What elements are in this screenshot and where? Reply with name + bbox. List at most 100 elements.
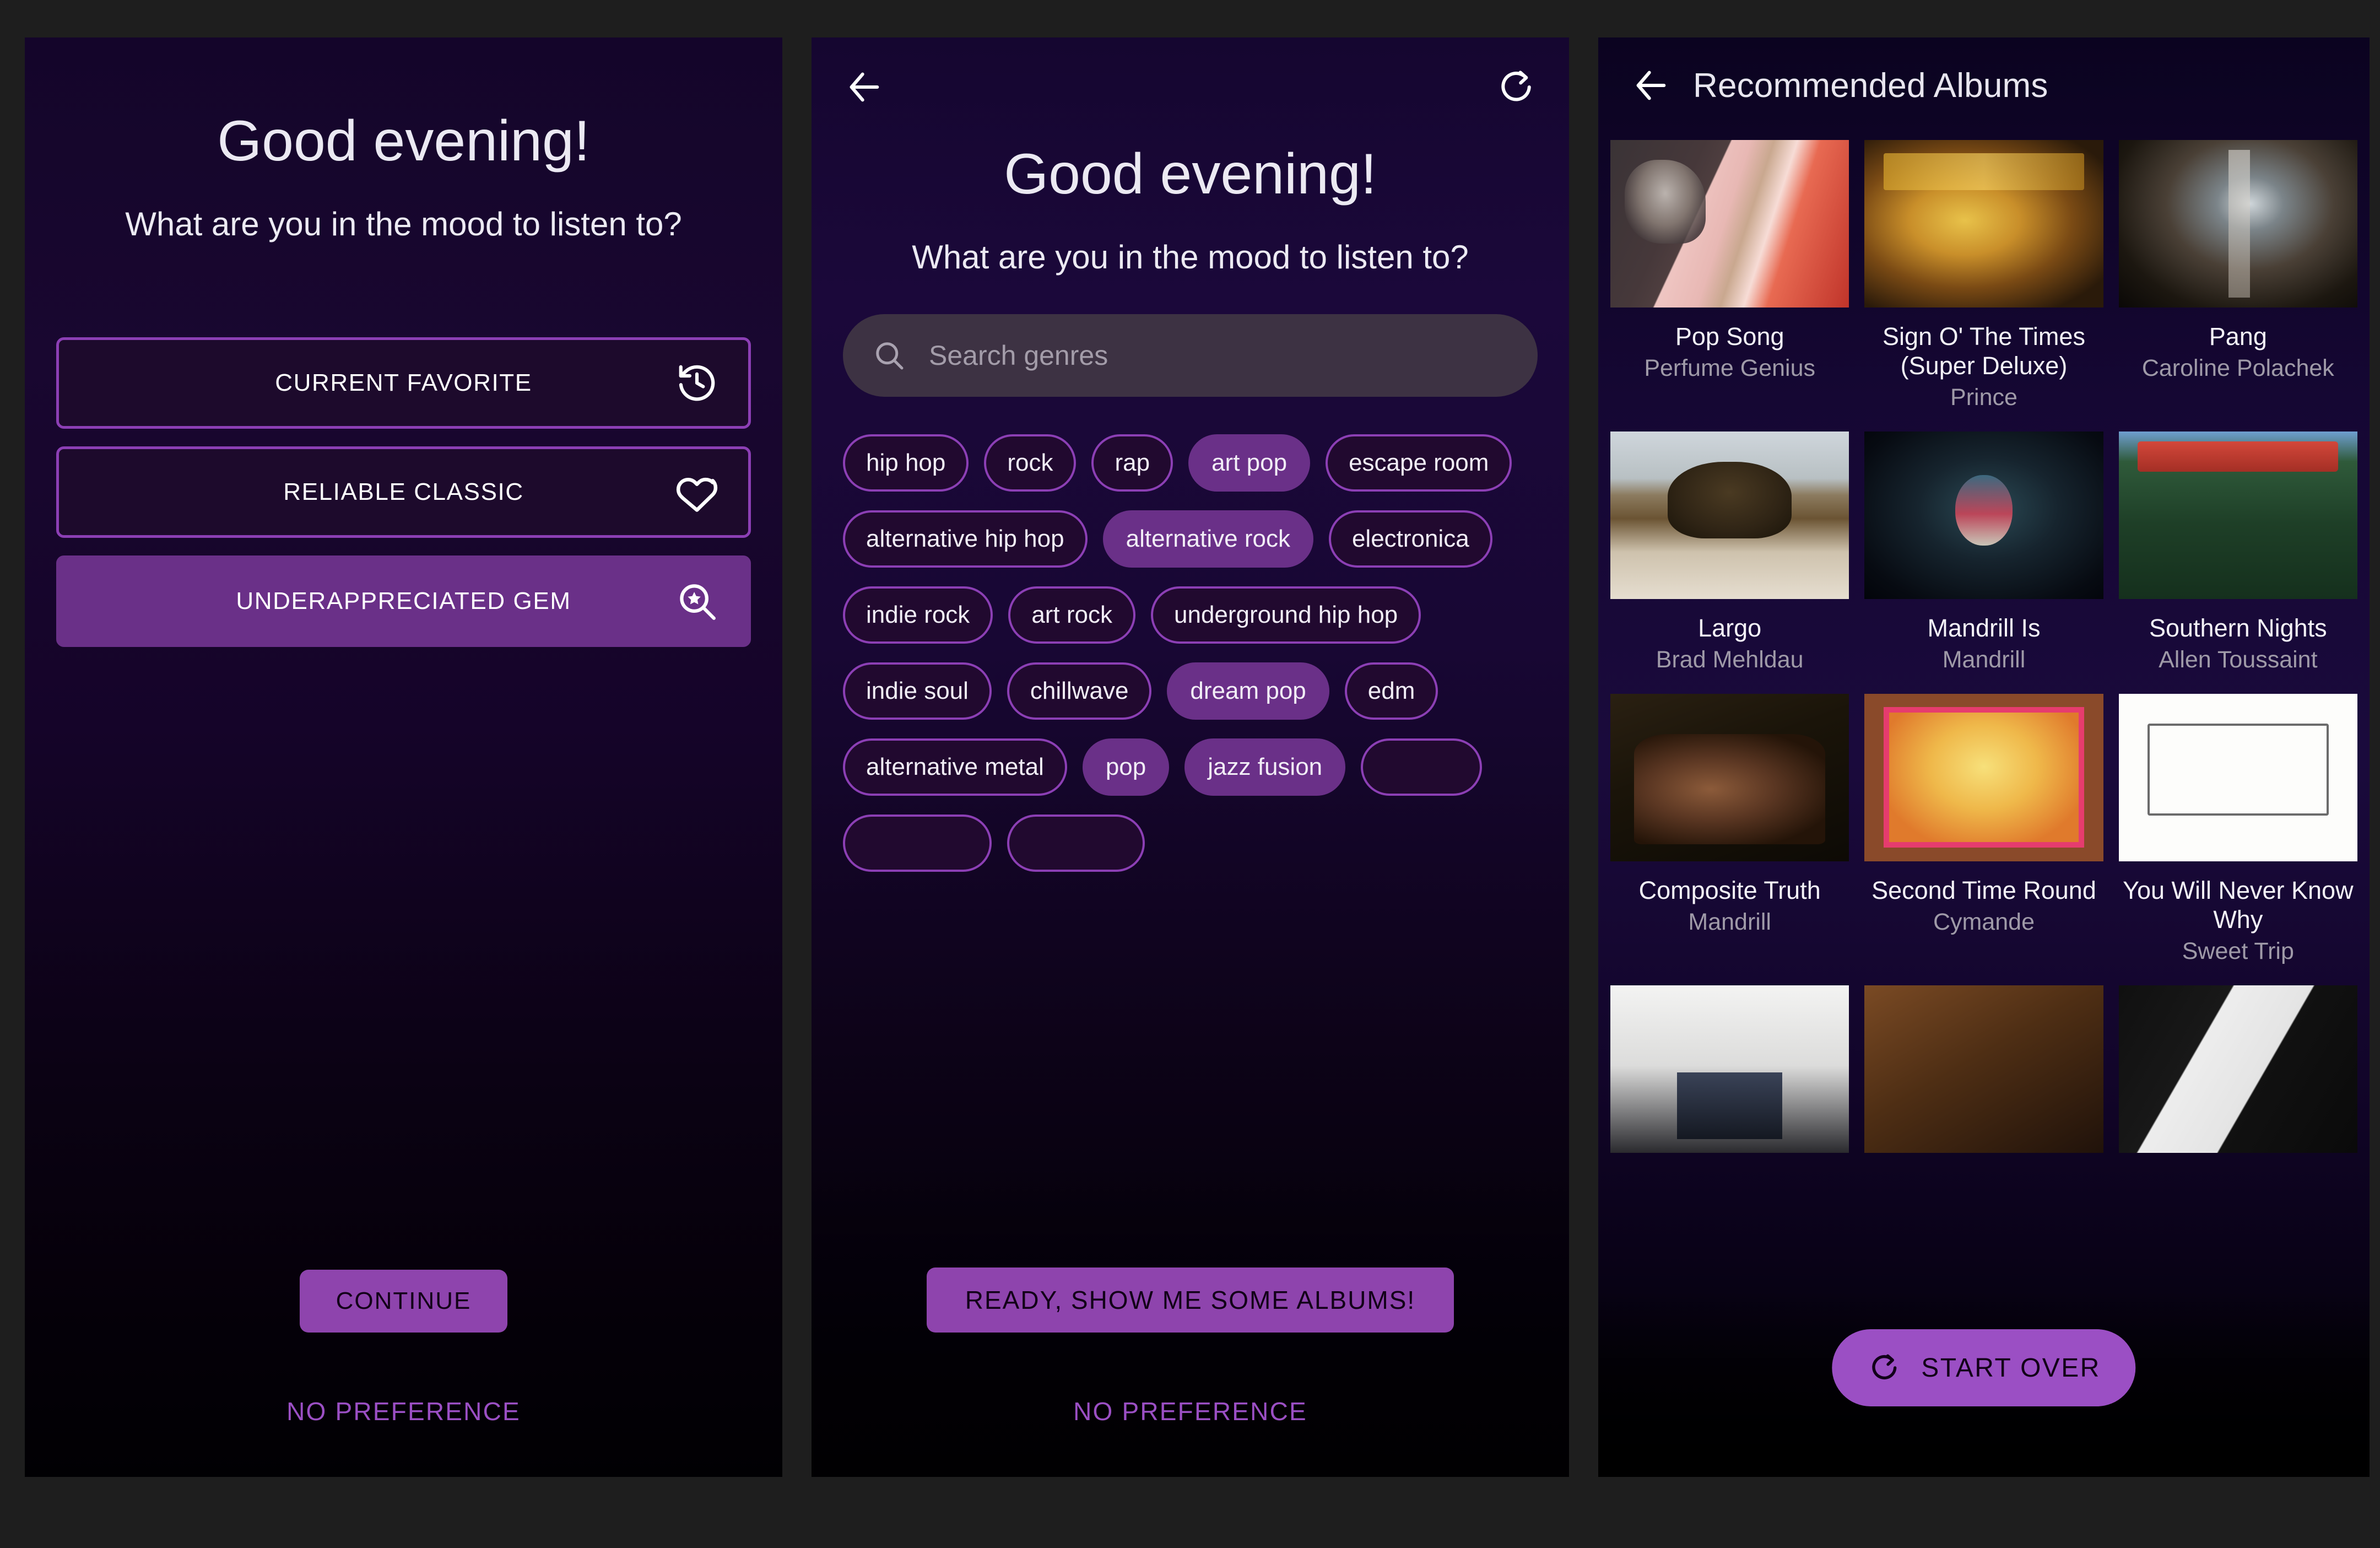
album-art-clipped-1 — [1610, 985, 1849, 1153]
album-title: Pang — [2209, 322, 2267, 350]
album-art-composite-truth — [1610, 693, 1849, 861]
album-card-second-time-round[interactable]: Second Time Round Cymande — [1864, 693, 2103, 966]
album-cover — [2118, 985, 2357, 1153]
mood-option-reliable-classic[interactable]: RELIABLE CLASSIC — [56, 446, 751, 538]
genre-chip-chillwave[interactable]: chillwave — [1007, 662, 1152, 720]
album-card-mandrill-is[interactable]: Mandrill Is Mandrill — [1864, 431, 2103, 674]
album-art-largo — [1610, 431, 1849, 599]
no-preference-link[interactable]: NO PREFERENCE — [25, 1396, 782, 1426]
genre-chip-alternative-rock[interactable]: alternative rock — [1102, 510, 1313, 568]
album-cover — [1610, 693, 1849, 861]
panel1-hero: Good evening! What are you in the mood t… — [25, 37, 782, 245]
refresh-loop-icon — [1867, 1351, 1901, 1385]
album-grid: Pop Song Perfume Genius Sign O' The Time… — [1598, 133, 2370, 1167]
album-cover — [1864, 693, 2103, 861]
album-cover — [2118, 693, 2357, 861]
panel1-footer: CONTINUE NO PREFERENCE — [25, 1270, 782, 1426]
genre-chip-rock[interactable]: rock — [984, 434, 1077, 492]
genre-chip-alternative-metal[interactable]: alternative metal — [843, 738, 1067, 796]
genre-chip-hip-hop[interactable]: hip hop — [843, 434, 969, 492]
album-title: Sign O' The Times (Super Deluxe) — [1883, 322, 2085, 380]
genre-chip-underground-hip-hop[interactable]: underground hip hop — [1151, 586, 1421, 644]
album-art-sign-o-the-times — [1864, 140, 2103, 308]
genre-chip-dream-pop[interactable]: dream pop — [1167, 662, 1329, 720]
panel-mood-selection: Good evening! What are you in the mood t… — [25, 37, 782, 1477]
album-card-pop-song[interactable]: Pop Song Perfume Genius — [1610, 140, 1849, 412]
genre-chip-clipped-3[interactable] — [1007, 814, 1145, 872]
genre-chip-rap[interactable]: rap — [1091, 434, 1173, 492]
panel-recommended-albums: Recommended Albums Pop Song Perfume Geni… — [1598, 37, 2370, 1477]
panel2-footer: READY, SHOW ME SOME ALBUMS! NO PREFERENC… — [812, 1267, 1569, 1426]
no-preference-link[interactable]: NO PREFERENCE — [812, 1396, 1569, 1426]
mood-option-label: CURRENT FAVORITE — [275, 369, 532, 396]
album-cover — [1610, 140, 1849, 308]
panel3-topbar: Recommended Albums — [1598, 37, 2370, 133]
continue-button[interactable]: CONTINUE — [299, 1270, 508, 1333]
genre-chip-pop[interactable]: pop — [1082, 738, 1170, 796]
album-cover — [1864, 985, 2103, 1153]
genre-chip-alternative-hip-hop[interactable]: alternative hip hop — [843, 510, 1088, 568]
search-wrap: Search genres — [812, 314, 1569, 397]
page-title: Good evening! — [1004, 142, 1377, 206]
album-artist: Cymande — [1933, 908, 2035, 935]
genre-chip-clipped-1[interactable] — [1361, 738, 1483, 796]
album-title: Southern Nights — [2149, 613, 2327, 642]
genre-chip-electronica[interactable]: electronica — [1328, 510, 1492, 568]
page-title: Recommended Albums — [1693, 66, 2048, 105]
album-artist: Mandrill — [1688, 908, 1771, 935]
album-title: Second Time Round — [1871, 876, 2096, 904]
genre-chip-list: hip hop rock rap art pop escape room alt… — [812, 434, 1569, 872]
album-art-pop-song — [1610, 140, 1849, 308]
album-artist: Sweet Trip — [2182, 937, 2294, 964]
start-over-label: START OVER — [1921, 1353, 2101, 1383]
album-card-composite-truth[interactable]: Composite Truth Mandrill — [1610, 693, 1849, 966]
album-title: You Will Never Know Why — [2123, 876, 2354, 934]
album-cover — [1610, 431, 1849, 599]
album-card-sign-o-the-times[interactable]: Sign O' The Times (Super Deluxe) Prince — [1864, 140, 2103, 412]
genre-chip-indie-rock[interactable]: indie rock — [843, 586, 993, 644]
show-albums-button[interactable]: READY, SHOW ME SOME ALBUMS! — [926, 1267, 1454, 1333]
album-card-clipped-2[interactable] — [1864, 985, 2103, 1167]
album-card-clipped-3[interactable] — [2118, 985, 2357, 1167]
genre-chip-jazz-fusion[interactable]: jazz fusion — [1184, 738, 1346, 796]
album-cover — [1864, 431, 2103, 599]
album-art-second-time-round — [1864, 693, 2103, 861]
star-magnifier-icon — [675, 580, 718, 623]
heart-icon — [675, 471, 718, 514]
album-art-southern-nights — [2118, 431, 2357, 599]
album-card-southern-nights[interactable]: Southern Nights Allen Toussaint — [2118, 431, 2357, 674]
album-art-clipped-3 — [2118, 985, 2357, 1153]
album-artist: Perfume Genius — [1644, 355, 1816, 382]
page-subtitle: What are you in the mood to listen to? — [912, 239, 1469, 276]
genre-chip-art-rock[interactable]: art rock — [1008, 586, 1136, 644]
search-placeholder: Search genres — [929, 339, 1108, 371]
back-arrow-icon[interactable] — [838, 61, 891, 114]
album-card-pang[interactable]: Pang Caroline Polachek — [2118, 140, 2357, 412]
mood-option-label: RELIABLE CLASSIC — [283, 478, 524, 505]
genre-chip-edm[interactable]: edm — [1344, 662, 1438, 720]
genre-chip-clipped-2[interactable] — [843, 814, 992, 872]
mood-option-current-favorite[interactable]: CURRENT FAVORITE — [56, 337, 751, 429]
panel2-hero: Good evening! What are you in the mood t… — [812, 142, 1569, 278]
album-artist: Mandrill — [1942, 646, 2026, 673]
genre-chip-indie-soul[interactable]: indie soul — [843, 662, 992, 720]
album-art-pang — [2118, 140, 2357, 308]
album-title: Mandrill Is — [1927, 613, 2041, 642]
genre-chip-art-pop[interactable]: art pop — [1188, 434, 1311, 492]
search-icon — [873, 339, 906, 372]
genre-chip-escape-room[interactable]: escape room — [1326, 434, 1512, 492]
album-title: Composite Truth — [1638, 876, 1821, 904]
mood-option-underappreciated-gem[interactable]: UNDERAPPRECIATED GEM — [56, 555, 751, 647]
album-cover — [2118, 140, 2357, 308]
start-over-button[interactable]: START OVER — [1832, 1329, 2136, 1406]
history-clock-icon — [675, 362, 718, 404]
album-card-largo[interactable]: Largo Brad Mehldau — [1610, 431, 1849, 674]
back-arrow-icon[interactable] — [1625, 59, 1678, 112]
album-cover — [1610, 985, 1849, 1153]
album-card-clipped-1[interactable] — [1610, 985, 1849, 1167]
album-title: Pop Song — [1675, 322, 1784, 350]
album-artist: Caroline Polachek — [2141, 355, 2334, 382]
album-card-you-will-never-know-why[interactable]: You Will Never Know Why Sweet Trip — [2118, 693, 2357, 966]
search-input[interactable]: Search genres — [843, 314, 1538, 397]
refresh-loop-icon[interactable] — [1490, 61, 1543, 114]
